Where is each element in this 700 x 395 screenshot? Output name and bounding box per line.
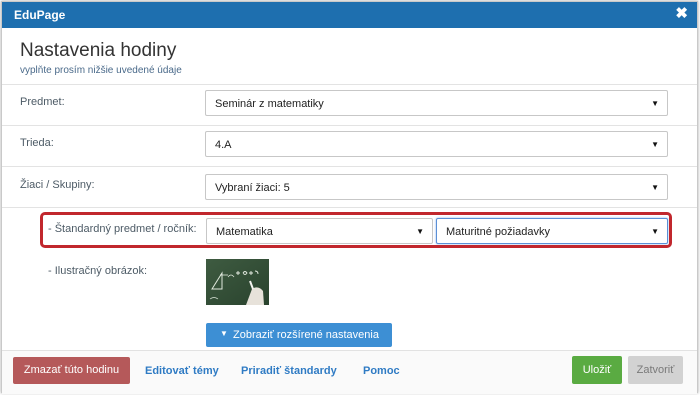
triangle-down-icon: ▼	[220, 329, 228, 338]
lesson-settings-dialog: EduPage ✖ Nastavenia hodiny vyplňte pros…	[1, 1, 698, 394]
help-link[interactable]: Pomoc	[363, 365, 400, 377]
math-blackboard-image[interactable]	[206, 259, 269, 305]
app-title: EduPage	[14, 8, 66, 22]
chevron-down-icon: ▼	[651, 99, 659, 108]
blackboard-graphic	[206, 259, 269, 305]
students-select-value: Vybraní žiaci: 5	[215, 182, 290, 194]
edit-topics-link[interactable]: Editovať témy	[145, 365, 219, 377]
students-label: Žiaci / Skupiny:	[20, 179, 95, 191]
subject-select[interactable]: Seminár z matematiky ▼	[205, 90, 668, 116]
students-select[interactable]: Vybraní žiaci: 5 ▼	[205, 174, 668, 200]
save-button[interactable]: Uložiť	[572, 356, 622, 384]
chevron-down-icon: ▼	[651, 140, 659, 149]
close-button[interactable]: Zatvoriť	[628, 356, 683, 384]
divider	[2, 84, 697, 85]
chevron-down-icon: ▼	[651, 183, 659, 192]
dialog-titlebar: EduPage ✖	[2, 2, 697, 28]
assign-standards-link[interactable]: Priradiť štandardy	[241, 365, 337, 377]
subject-select-value: Seminár z matematiky	[215, 98, 324, 110]
highlight-box	[40, 212, 672, 248]
class-select[interactable]: 4.A ▼	[205, 131, 668, 157]
delete-lesson-button[interactable]: Zmazať túto hodinu	[13, 357, 130, 384]
page-subtitle: vyplňte prosím nižšie uvedené údaje	[20, 65, 182, 76]
divider	[2, 166, 697, 167]
divider	[2, 125, 697, 126]
subject-label: Predmet:	[20, 96, 65, 108]
illustration-label: - Ilustračný obrázok:	[48, 265, 148, 277]
show-advanced-settings-button[interactable]: ▼ Zobraziť rozšírené nastavenia	[206, 323, 392, 347]
class-label: Trieda:	[20, 137, 54, 149]
divider	[2, 207, 697, 208]
show-advanced-settings-label: Zobraziť rozšírené nastavenia	[233, 329, 379, 341]
page-title: Nastavenia hodiny	[20, 40, 177, 61]
close-icon[interactable]: ✖	[675, 6, 688, 22]
class-select-value: 4.A	[215, 139, 232, 151]
